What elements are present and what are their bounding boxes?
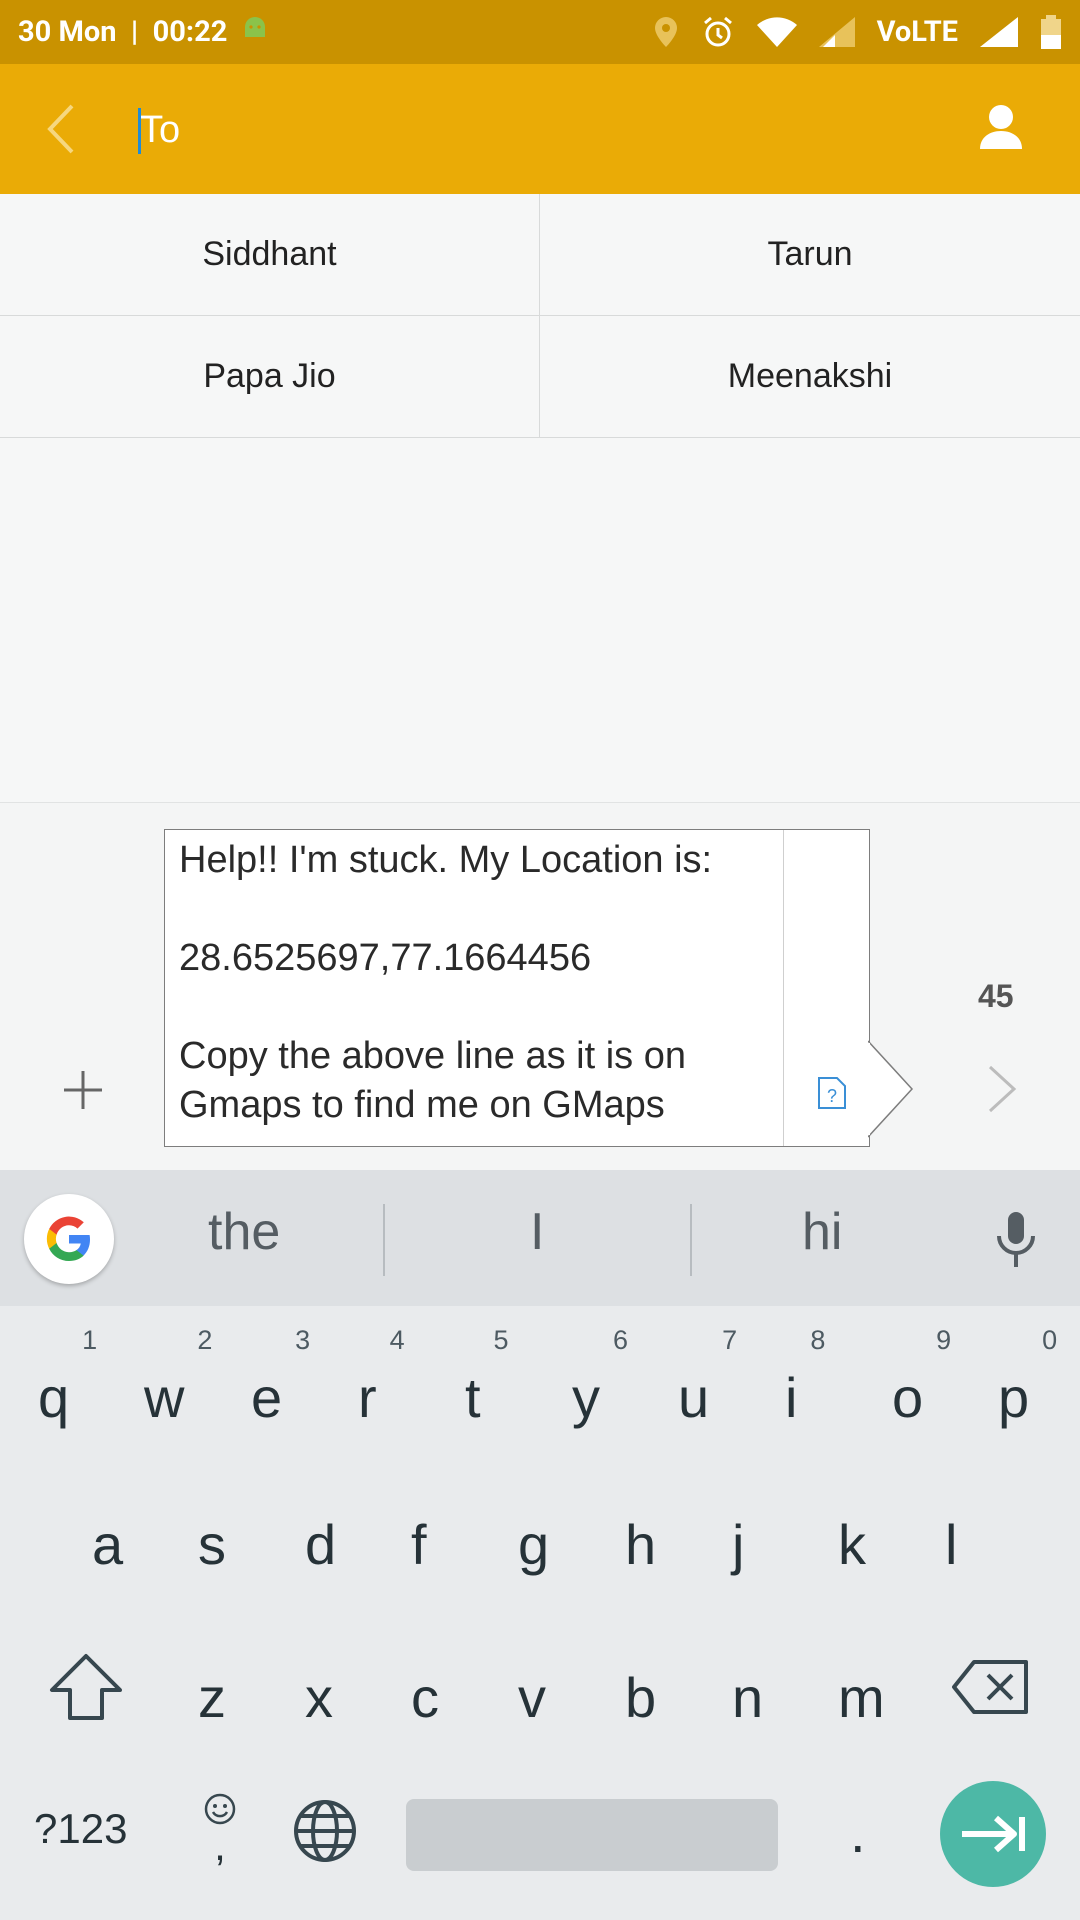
message-input[interactable]: Help!! I'm stuck. My Location is: 28.652… bbox=[164, 829, 870, 1147]
symbols-key[interactable]: ?123 bbox=[34, 1805, 127, 1853]
next-arrow-icon bbox=[962, 1815, 1025, 1853]
attach-button[interactable] bbox=[58, 1065, 108, 1115]
key-hint: 0 bbox=[1042, 1325, 1058, 1355]
recipient-input[interactable] bbox=[138, 94, 962, 166]
emoji-comma-key[interactable]: , bbox=[200, 1792, 240, 1869]
key-hint: 6 bbox=[612, 1325, 628, 1355]
key-w[interactable]: w2 bbox=[144, 1325, 212, 1430]
suggestion-item[interactable]: the bbox=[208, 1202, 280, 1262]
shift-key[interactable] bbox=[48, 1652, 124, 1735]
key-l[interactable]: l bbox=[945, 1512, 957, 1577]
key-c[interactable]: c bbox=[411, 1665, 439, 1730]
alarm-icon bbox=[701, 15, 735, 49]
key-v[interactable]: v bbox=[518, 1665, 546, 1730]
key-hint: 5 bbox=[493, 1325, 509, 1355]
key-hint: 7 bbox=[722, 1325, 738, 1355]
contact-item[interactable]: Meenakshi bbox=[540, 316, 1080, 438]
key-hint: 3 bbox=[295, 1325, 311, 1355]
suggestion-item[interactable]: I bbox=[530, 1202, 544, 1262]
pick-contact-button[interactable] bbox=[970, 99, 1032, 161]
wifi-icon bbox=[756, 17, 797, 47]
bubble-tail bbox=[868, 1040, 914, 1138]
key-hint: 9 bbox=[936, 1325, 952, 1355]
key-hint: 8 bbox=[810, 1325, 826, 1355]
backspace-key[interactable] bbox=[950, 1658, 1030, 1729]
comma-label: , bbox=[214, 1822, 226, 1869]
google-logo-icon bbox=[46, 1216, 90, 1262]
suggestion-bar: the I hi bbox=[0, 1170, 1080, 1306]
language-key[interactable] bbox=[292, 1798, 358, 1877]
send-button[interactable] bbox=[984, 1061, 1020, 1117]
globe-icon bbox=[294, 1800, 356, 1862]
key-hint: 2 bbox=[197, 1325, 213, 1355]
contact-item[interactable]: Papa Jio bbox=[0, 316, 540, 438]
key-i[interactable]: i8 bbox=[785, 1325, 825, 1430]
microphone-icon bbox=[997, 1212, 1035, 1267]
key-s[interactable]: s bbox=[198, 1512, 226, 1577]
person-icon bbox=[980, 105, 1022, 149]
key-hint: 1 bbox=[82, 1325, 98, 1355]
enter-key[interactable] bbox=[940, 1781, 1046, 1887]
network-label: VoLTE bbox=[876, 15, 958, 49]
key-p[interactable]: p0 bbox=[998, 1325, 1057, 1430]
backspace-icon bbox=[952, 1660, 1028, 1714]
compose-toolbar bbox=[0, 64, 1080, 194]
emoji-icon bbox=[204, 1793, 236, 1825]
key-a[interactable]: a bbox=[92, 1512, 123, 1577]
back-button[interactable] bbox=[38, 98, 88, 160]
location-icon bbox=[653, 15, 679, 49]
contact-item[interactable]: Siddhant bbox=[0, 194, 540, 316]
key-b[interactable]: b bbox=[625, 1665, 656, 1730]
contact-item[interactable]: Tarun bbox=[540, 194, 1080, 316]
message-divider bbox=[783, 830, 784, 1146]
key-q[interactable]: q1 bbox=[38, 1325, 97, 1430]
suggestion-item[interactable]: hi bbox=[802, 1202, 842, 1262]
text-cursor bbox=[138, 108, 141, 154]
chevron-left-icon bbox=[47, 104, 74, 154]
status-date-time: 30 Mon | 00:22 bbox=[18, 15, 228, 49]
svg-text:?: ? bbox=[827, 1086, 837, 1106]
android-icon bbox=[241, 15, 269, 49]
status-bar: 30 Mon | 00:22 VoLTE bbox=[0, 0, 1080, 64]
character-count: 45 bbox=[978, 978, 1014, 1014]
compose-area: Help!! I'm stuck. My Location is: 28.652… bbox=[0, 802, 1080, 1171]
microphone-button[interactable] bbox=[994, 1210, 1038, 1270]
keyboard: the I hi q1w2e3r4t5y6u7i8o9p0 asdfghjkl … bbox=[0, 1170, 1080, 1920]
sim-card-icon[interactable]: ? bbox=[817, 1076, 847, 1110]
signal-full-icon bbox=[980, 17, 1018, 47]
key-r[interactable]: r4 bbox=[358, 1325, 405, 1430]
key-y[interactable]: y6 bbox=[572, 1325, 628, 1430]
message-text: Help!! I'm stuck. My Location is: 28.652… bbox=[179, 839, 713, 1126]
key-g[interactable]: g bbox=[518, 1512, 549, 1577]
suggestion-divider bbox=[383, 1204, 385, 1276]
key-j[interactable]: j bbox=[732, 1512, 744, 1577]
plus-icon bbox=[64, 1071, 102, 1109]
key-u[interactable]: u7 bbox=[678, 1325, 737, 1430]
key-x[interactable]: x bbox=[305, 1665, 333, 1730]
key-z[interactable]: z bbox=[198, 1665, 226, 1730]
key-k[interactable]: k bbox=[838, 1512, 866, 1577]
google-button[interactable] bbox=[24, 1194, 114, 1284]
shift-arrow-icon bbox=[50, 1654, 122, 1720]
chevron-right-icon bbox=[988, 1065, 1017, 1113]
signal-weak-icon bbox=[818, 17, 855, 47]
key-hint: 4 bbox=[389, 1325, 405, 1355]
key-o[interactable]: o9 bbox=[892, 1325, 951, 1430]
key-f[interactable]: f bbox=[411, 1512, 427, 1577]
key-e[interactable]: e3 bbox=[251, 1325, 310, 1430]
contact-suggestions: Siddhant Tarun Papa Jio Meenakshi bbox=[0, 194, 1080, 438]
key-n[interactable]: n bbox=[732, 1665, 763, 1730]
key-t[interactable]: t5 bbox=[465, 1325, 509, 1430]
key-h[interactable]: h bbox=[625, 1512, 656, 1577]
battery-icon bbox=[1040, 15, 1062, 49]
suggestion-divider bbox=[690, 1204, 692, 1276]
key-m[interactable]: m bbox=[838, 1665, 885, 1730]
key-d[interactable]: d bbox=[305, 1512, 336, 1577]
space-key[interactable] bbox=[406, 1799, 778, 1871]
period-key[interactable]: . bbox=[850, 1800, 866, 1865]
